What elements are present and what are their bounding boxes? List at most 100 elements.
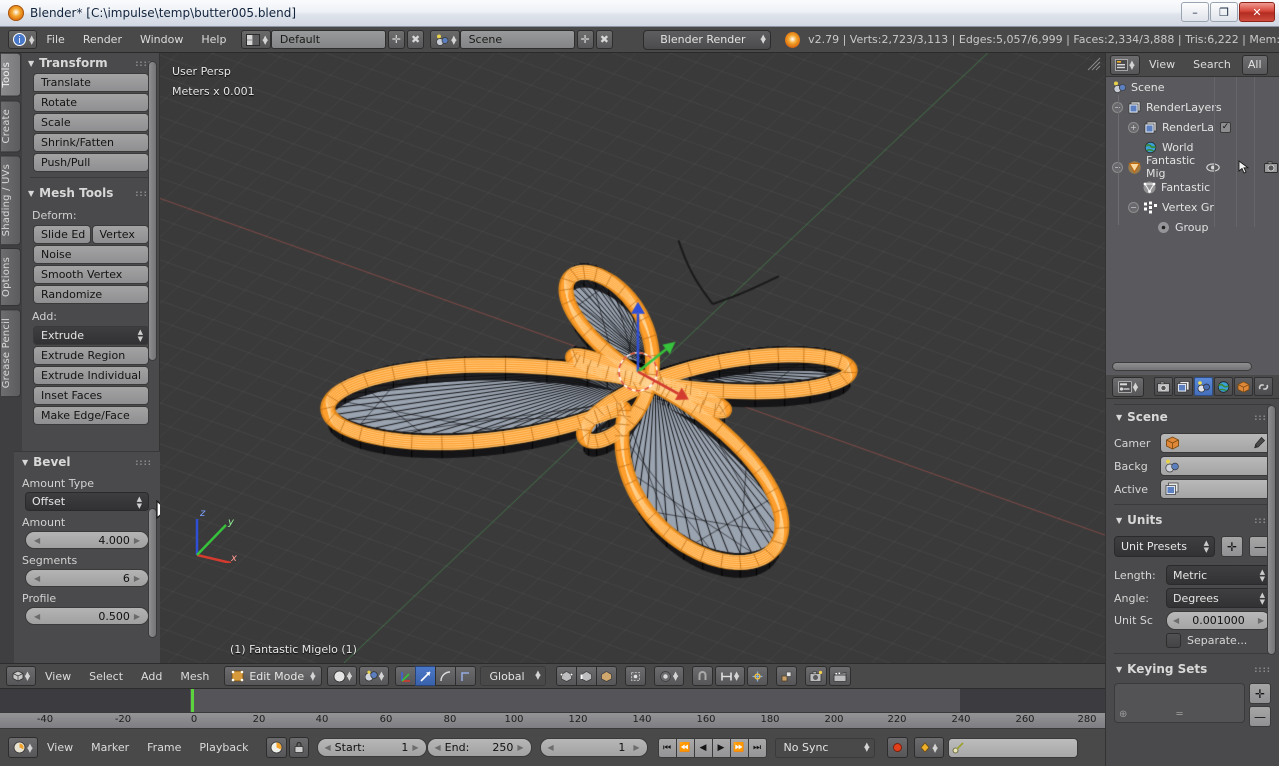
scene-name[interactable]: Scene xyxy=(459,30,575,49)
tab-tools[interactable]: Tools xyxy=(1,53,21,97)
jump-to-start-button[interactable]: ⏮ xyxy=(657,737,677,758)
dropdown-extrude[interactable]: Extrude ▲ ▼ xyxy=(33,326,149,345)
editor-type-selector-outliner[interactable]: ▲ ▼ xyxy=(1110,54,1140,75)
menu-window[interactable]: Window xyxy=(131,30,192,49)
maximize-button[interactable]: ❐ xyxy=(1210,2,1238,22)
scene-selector[interactable]: ▲ ▼ xyxy=(430,30,460,49)
panel-header-mesh-tools[interactable]: ▼ Mesh Tools :::: xyxy=(22,183,160,203)
keying-set-field[interactable] xyxy=(947,737,1078,758)
prev-keyframe-button[interactable]: ⏪ xyxy=(675,737,695,758)
vp-menu-add[interactable]: Add xyxy=(132,667,171,686)
field-segments[interactable]: ◀ 6 ▶ xyxy=(25,569,149,587)
tool-randomize[interactable]: Randomize xyxy=(33,285,149,304)
scene-shading-mode-selector[interactable]: ▲ ▼ xyxy=(359,666,390,686)
timeline-playhead[interactable] xyxy=(191,689,194,712)
field-background-scene[interactable] xyxy=(1160,456,1271,476)
timeline-ruler[interactable]: -40 -20 0 20 40 60 80 100 120 140 160 18… xyxy=(0,712,1105,729)
edge-select-icon[interactable] xyxy=(575,666,597,686)
record-icon[interactable] xyxy=(886,737,908,758)
manipulator-toggle-icon[interactable] xyxy=(455,666,477,686)
field-camera[interactable] xyxy=(1160,433,1271,453)
scale-manipulator-icon[interactable] xyxy=(435,666,457,686)
opengl-render-icon[interactable] xyxy=(828,666,851,686)
vp-menu-mesh[interactable]: Mesh xyxy=(171,667,218,686)
tool-slide-edge[interactable]: Slide Ed xyxy=(33,225,91,244)
tool-smooth-vertex[interactable]: Smooth Vertex xyxy=(33,265,149,284)
3d-viewport-canvas[interactable] xyxy=(160,53,1105,663)
panel-header-transform[interactable]: ▼ Transform :::: xyxy=(22,53,160,73)
vp-menu-select[interactable]: Select xyxy=(80,667,132,686)
vertex-select-icon[interactable] xyxy=(555,666,577,686)
lock-icon[interactable] xyxy=(288,737,309,758)
field-profile[interactable]: ◀ 0.500 ▶ xyxy=(25,607,149,625)
tool-noise[interactable]: Noise xyxy=(33,245,149,264)
dropdown-length-unit[interactable]: Metric ▲ ▼ xyxy=(1166,565,1271,585)
remove-keying-set-button[interactable]: — xyxy=(1249,706,1271,727)
menu-render[interactable]: Render xyxy=(74,30,131,49)
tool-translate[interactable]: Translate xyxy=(33,73,149,92)
collapse-icon[interactable]: − xyxy=(1128,201,1139,213)
toolshelf-scrollbar-bottom[interactable] xyxy=(148,508,157,638)
field-start-frame[interactable]: ◀ Start: 1 ▶ xyxy=(316,738,427,757)
3d-viewport[interactable]: User Persp Meters x 0.001 (1) Fantastic … xyxy=(160,53,1105,663)
separate-units-checkbox[interactable] xyxy=(1166,633,1181,648)
tool-extrude-individual[interactable]: Extrude Individual xyxy=(33,366,149,385)
field-amount[interactable]: ◀ 4.000 ▶ xyxy=(25,531,149,549)
editor-type-selector-3dview[interactable]: ▲ ▼ xyxy=(6,666,36,686)
tool-slide-vertex[interactable]: Vertex xyxy=(91,225,149,244)
properties-tab-world[interactable] xyxy=(1214,377,1233,396)
snap-increment-icon[interactable]: ▲ ▼ xyxy=(714,666,745,686)
viewport-region-grip[interactable] xyxy=(1087,57,1101,71)
properties-tab-scene[interactable] xyxy=(1194,377,1213,396)
properties-scrollbar[interactable] xyxy=(1267,405,1276,655)
keyframe-diamond-icon[interactable]: ▲ ▼ xyxy=(913,737,944,758)
transform-orientation-selector[interactable]: Global ▲ ▼ xyxy=(480,666,546,686)
delete-scene-button[interactable]: ✖ xyxy=(595,30,613,49)
editor-type-selector-timeline[interactable]: ▲ ▼ xyxy=(8,737,38,758)
sync-mode-selector[interactable]: No Sync ▲ ▼ xyxy=(774,737,875,758)
camera-icon[interactable] xyxy=(1264,160,1279,174)
ol-menu-view[interactable]: View xyxy=(1140,55,1184,74)
renderlayer-enabled-checkbox[interactable]: ✓ xyxy=(1220,121,1232,133)
add-keying-set-button[interactable]: ✛ xyxy=(1249,683,1271,704)
menu-file[interactable]: File xyxy=(37,30,73,49)
toolshelf-scrollbar-top[interactable] xyxy=(148,61,157,361)
add-preset-button[interactable]: ✛ xyxy=(1221,536,1243,557)
field-unit-scale[interactable]: ◀ 0.001000 ▶ xyxy=(1166,611,1271,630)
tl-menu-view[interactable]: View xyxy=(38,738,82,757)
play-reverse-button[interactable]: ◀ xyxy=(693,737,713,758)
properties-tab-render[interactable] xyxy=(1154,377,1173,396)
outliner-horizontal-scrollbar[interactable] xyxy=(1112,362,1252,371)
tool-inset-faces[interactable]: Inset Faces xyxy=(33,386,149,405)
tab-grease-pencil[interactable]: Grease Pencil xyxy=(1,309,21,398)
add-scene-button[interactable]: ✛ xyxy=(576,30,594,49)
translate-manipulator-icon[interactable] xyxy=(395,666,417,686)
tl-menu-marker[interactable]: Marker xyxy=(82,738,138,757)
interaction-mode-selector[interactable]: Edit Mode ▲ ▼ xyxy=(224,666,323,686)
render-camera-icon[interactable] xyxy=(804,666,827,686)
tool-push-pull[interactable]: Push/Pull xyxy=(33,153,149,172)
snap-closest-icon[interactable] xyxy=(746,666,768,686)
panel-header-bevel[interactable]: ▼ Bevel :::: xyxy=(14,452,160,472)
tool-scale[interactable]: Scale xyxy=(33,113,149,132)
properties-tab-constraints[interactable] xyxy=(1254,377,1273,396)
tl-menu-playback[interactable]: Playback xyxy=(190,738,257,757)
audio-sync-icon[interactable] xyxy=(265,737,287,758)
pivot-median-icon[interactable] xyxy=(775,666,797,686)
render-engine-selector[interactable]: Blender Render ▲ ▼ xyxy=(642,29,771,50)
delete-screen-button[interactable]: ✖ xyxy=(407,30,425,49)
add-screen-button[interactable]: ✛ xyxy=(387,30,405,49)
tl-menu-frame[interactable]: Frame xyxy=(138,738,190,757)
field-active-clip[interactable] xyxy=(1160,479,1271,499)
timeline-track[interactable] xyxy=(0,689,1105,712)
eyedropper-icon[interactable] xyxy=(1252,436,1266,450)
snap-magnet-icon[interactable] xyxy=(691,666,713,686)
play-button[interactable]: ▶ xyxy=(711,737,731,758)
panel-header-units[interactable]: ▼ Units :::: xyxy=(1106,510,1279,530)
resize-grip-icon[interactable]: ═ xyxy=(1176,709,1182,720)
jump-to-end-button[interactable]: ⏭ xyxy=(747,737,767,758)
tool-shrink-fatten[interactable]: Shrink/Fatten xyxy=(33,133,149,152)
keying-sets-list[interactable]: ⊕ ═ xyxy=(1114,683,1245,723)
dropdown-unit-presets[interactable]: Unit Presets ▲ ▼ xyxy=(1114,536,1215,557)
field-current-frame[interactable]: ◀ 1 ▶ xyxy=(539,738,648,757)
